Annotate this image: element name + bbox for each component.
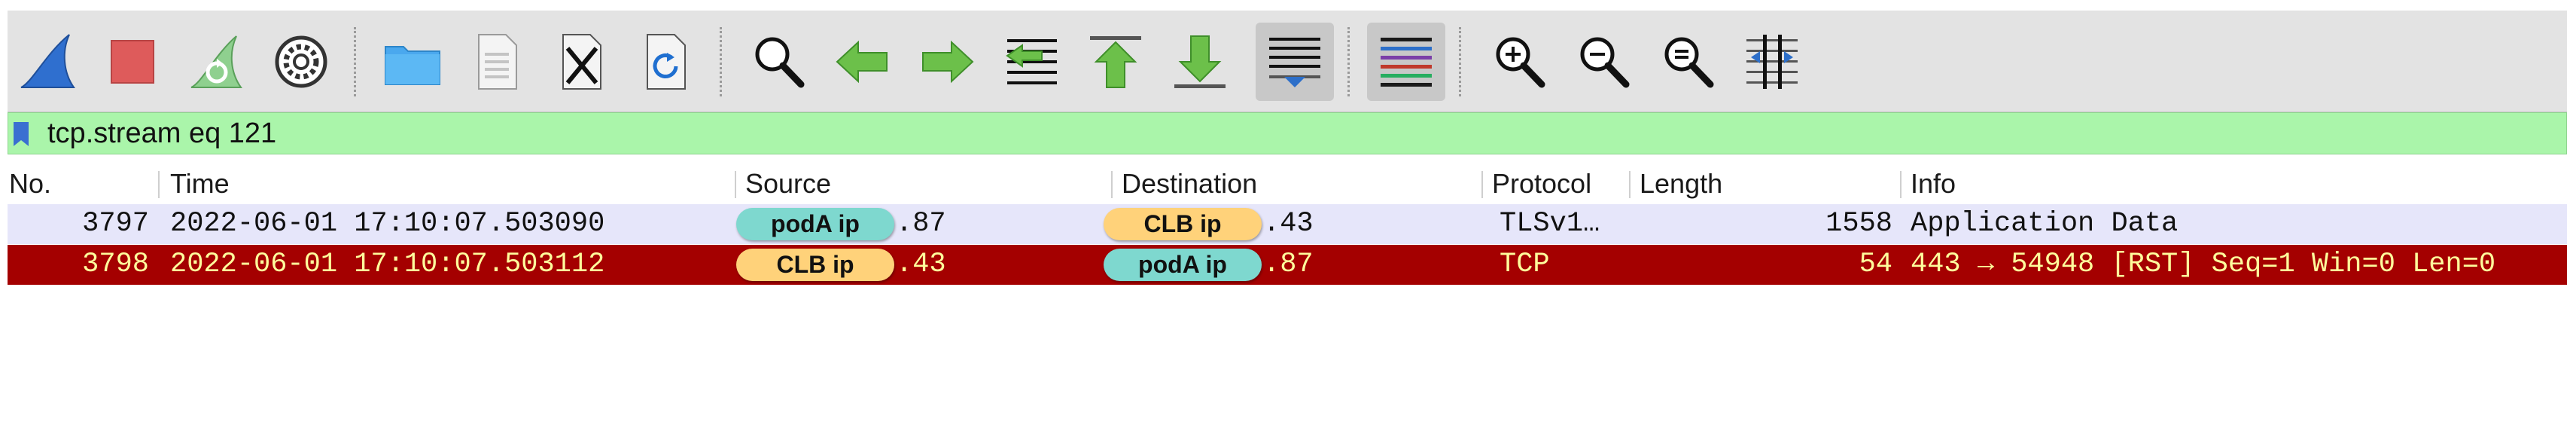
toolbar-separator xyxy=(1347,27,1350,96)
colorize-button[interactable] xyxy=(1367,23,1445,101)
column-divider[interactable] xyxy=(158,171,160,198)
display-filter-input[interactable] xyxy=(47,118,2547,149)
column-divider[interactable] xyxy=(1900,171,1902,198)
wireshark-window: No. Time Source Destination Protocol Len… xyxy=(8,11,2567,446)
source-address-tag: CLB ip xyxy=(736,249,894,281)
column-header-destination[interactable]: Destination xyxy=(1122,163,1257,204)
open-file-button[interactable] xyxy=(373,23,452,101)
autoscroll-icon xyxy=(1269,38,1320,87)
magnifier-icon xyxy=(755,37,805,88)
zoom-normal-icon xyxy=(1664,37,1714,88)
destination-address-tag: CLB ip xyxy=(1104,208,1262,240)
arrow-right-icon xyxy=(922,40,974,84)
find-packet-button[interactable] xyxy=(739,23,818,101)
close-file-button[interactable] xyxy=(542,23,620,101)
capture-options-button[interactable] xyxy=(262,23,340,101)
binary-file-icon xyxy=(478,34,517,90)
column-divider[interactable] xyxy=(735,171,736,198)
arrow-left-icon xyxy=(836,40,888,84)
folder-icon xyxy=(385,46,440,85)
resize-columns-button[interactable] xyxy=(1733,23,1811,101)
gear-icon xyxy=(275,35,327,88)
column-divider[interactable] xyxy=(1481,171,1483,198)
resize-columns-icon xyxy=(1746,35,1798,89)
toolbar-separator xyxy=(1459,27,1461,96)
toolbar-separator xyxy=(720,27,722,96)
colorize-lines-icon xyxy=(1381,38,1432,87)
toolbar-separator xyxy=(354,27,356,96)
reload-file-icon xyxy=(647,34,686,90)
source-address-tag: podA ip xyxy=(736,208,894,240)
source-address-suffix: .43 xyxy=(896,249,946,280)
go-to-packet-button[interactable] xyxy=(992,23,1070,101)
packet-length: 54 xyxy=(1859,249,1892,280)
restart-fin-icon xyxy=(190,35,242,88)
source-address-suffix: .87 xyxy=(896,208,946,240)
save-file-button[interactable] xyxy=(458,23,536,101)
shark-fin-icon xyxy=(20,34,75,88)
packet-list-header: No. Time Source Destination Protocol Len… xyxy=(8,163,2567,205)
go-forward-button[interactable] xyxy=(908,23,986,101)
column-header-time[interactable]: Time xyxy=(170,163,230,204)
zoom-in-icon xyxy=(1496,37,1545,88)
destination-address-tag: podA ip xyxy=(1104,249,1262,281)
column-header-info[interactable]: Info xyxy=(1911,163,1956,204)
bookmark-icon[interactable] xyxy=(13,121,29,147)
packet-row[interactable]: 3797 2022-06-01 17:10:07.503090 podA ip … xyxy=(8,204,2567,244)
auto-scroll-button[interactable] xyxy=(1256,23,1334,101)
packet-protocol: TCP xyxy=(1500,249,1550,280)
go-last-button[interactable] xyxy=(1161,23,1239,101)
column-header-no[interactable]: No. xyxy=(9,163,51,204)
go-back-button[interactable] xyxy=(824,23,902,101)
zoom-normal-button[interactable] xyxy=(1649,23,1727,101)
destination-address-suffix: .43 xyxy=(1263,208,1314,240)
column-header-source[interactable]: Source xyxy=(745,163,831,204)
reload-file-button[interactable] xyxy=(626,23,705,101)
stop-capture-button[interactable] xyxy=(93,23,172,101)
close-file-icon xyxy=(562,34,601,90)
packet-protocol: TLSv1… xyxy=(1500,208,1600,240)
arrow-up-first-icon xyxy=(1090,36,1141,88)
packet-info: Application Data xyxy=(1911,208,2179,240)
column-header-length[interactable]: Length xyxy=(1640,163,1722,204)
stop-square-icon xyxy=(111,40,154,84)
packet-number: 3798 xyxy=(82,249,149,280)
arrow-down-last-icon xyxy=(1174,35,1226,88)
restart-capture-button[interactable] xyxy=(178,23,256,101)
start-capture-button[interactable] xyxy=(9,23,87,101)
goto-packet-icon xyxy=(1006,39,1057,84)
packet-length: 1558 xyxy=(1825,208,1892,240)
display-filter-bar xyxy=(8,112,2567,154)
packet-time: 2022-06-01 17:10:07.503112 xyxy=(170,249,605,280)
zoom-in-button[interactable] xyxy=(1480,23,1558,101)
go-first-button[interactable] xyxy=(1076,23,1155,101)
zoom-out-button[interactable] xyxy=(1564,23,1643,101)
zoom-out-icon xyxy=(1580,37,1630,88)
packet-number: 3797 xyxy=(82,208,149,240)
packet-time: 2022-06-01 17:10:07.503090 xyxy=(170,208,605,240)
destination-address-suffix: .87 xyxy=(1263,249,1314,280)
column-header-protocol[interactable]: Protocol xyxy=(1492,163,1591,204)
packet-info: 443 → 54948 [RST] Seq=1 Win=0 Len=0 xyxy=(1911,249,2496,280)
column-divider[interactable] xyxy=(1111,171,1113,198)
column-divider[interactable] xyxy=(1629,171,1631,198)
packet-row[interactable]: 3798 2022-06-01 17:10:07.503112 CLB ip .… xyxy=(8,245,2567,285)
main-toolbar xyxy=(8,11,2567,112)
